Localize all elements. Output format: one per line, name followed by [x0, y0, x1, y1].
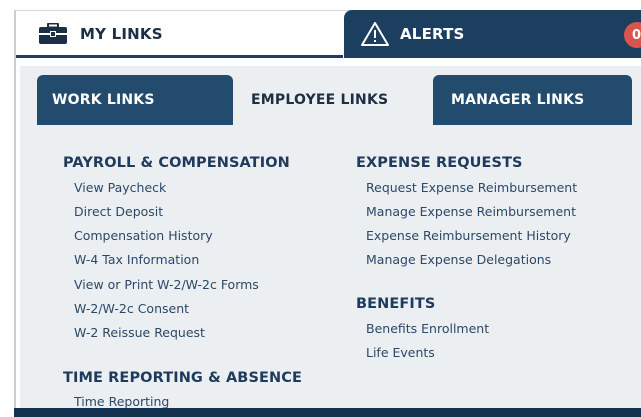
- tab-work-links[interactable]: WORK LINKS: [37, 75, 233, 125]
- link-w2-reissue[interactable]: W-2 Reissue Request: [74, 325, 205, 340]
- link-view-paycheck[interactable]: View Paycheck: [74, 180, 166, 195]
- link-w4-tax-information[interactable]: W-4 Tax Information: [74, 252, 199, 267]
- tab-employee-links[interactable]: EMPLOYEE LINKS: [235, 75, 431, 125]
- left-margin: [0, 0, 14, 417]
- warning-icon: [360, 21, 390, 47]
- link-request-expense-reimbursement[interactable]: Request Expense Reimbursement: [366, 180, 577, 195]
- section-title-benefits: BENEFITS: [356, 296, 436, 312]
- tab-my-links-label: MY LINKS: [80, 24, 163, 43]
- tab-manager-links[interactable]: MANAGER LINKS: [433, 75, 632, 125]
- page-background: [0, 0, 641, 10]
- briefcase-icon: [38, 22, 68, 45]
- bottom-bar: [14, 408, 641, 417]
- section-title-expense: EXPENSE REQUESTS: [356, 155, 523, 171]
- section-title-payroll: PAYROLL & COMPENSATION: [63, 155, 290, 171]
- link-direct-deposit[interactable]: Direct Deposit: [74, 204, 163, 219]
- tab-alerts-label: ALERTS: [400, 25, 465, 43]
- link-view-print-w2[interactable]: View or Print W-2/W-2c Forms: [74, 277, 259, 292]
- link-manage-expense-delegations[interactable]: Manage Expense Delegations: [366, 252, 551, 267]
- tab-alerts[interactable]: ALERTS: [344, 10, 641, 58]
- section-title-time-reporting: TIME REPORTING & ABSENCE: [63, 370, 302, 386]
- tab-my-links[interactable]: MY LINKS: [16, 12, 343, 58]
- link-life-events[interactable]: Life Events: [366, 345, 435, 360]
- link-manage-expense-reimbursement[interactable]: Manage Expense Reimbursement: [366, 204, 576, 219]
- link-expense-reimbursement-history[interactable]: Expense Reimbursement History: [366, 228, 571, 243]
- link-time-reporting[interactable]: Time Reporting: [74, 394, 169, 409]
- link-benefits-enrollment[interactable]: Benefits Enrollment: [366, 321, 489, 336]
- link-compensation-history[interactable]: Compensation History: [74, 228, 213, 243]
- link-w2-consent[interactable]: W-2/W-2c Consent: [74, 301, 189, 316]
